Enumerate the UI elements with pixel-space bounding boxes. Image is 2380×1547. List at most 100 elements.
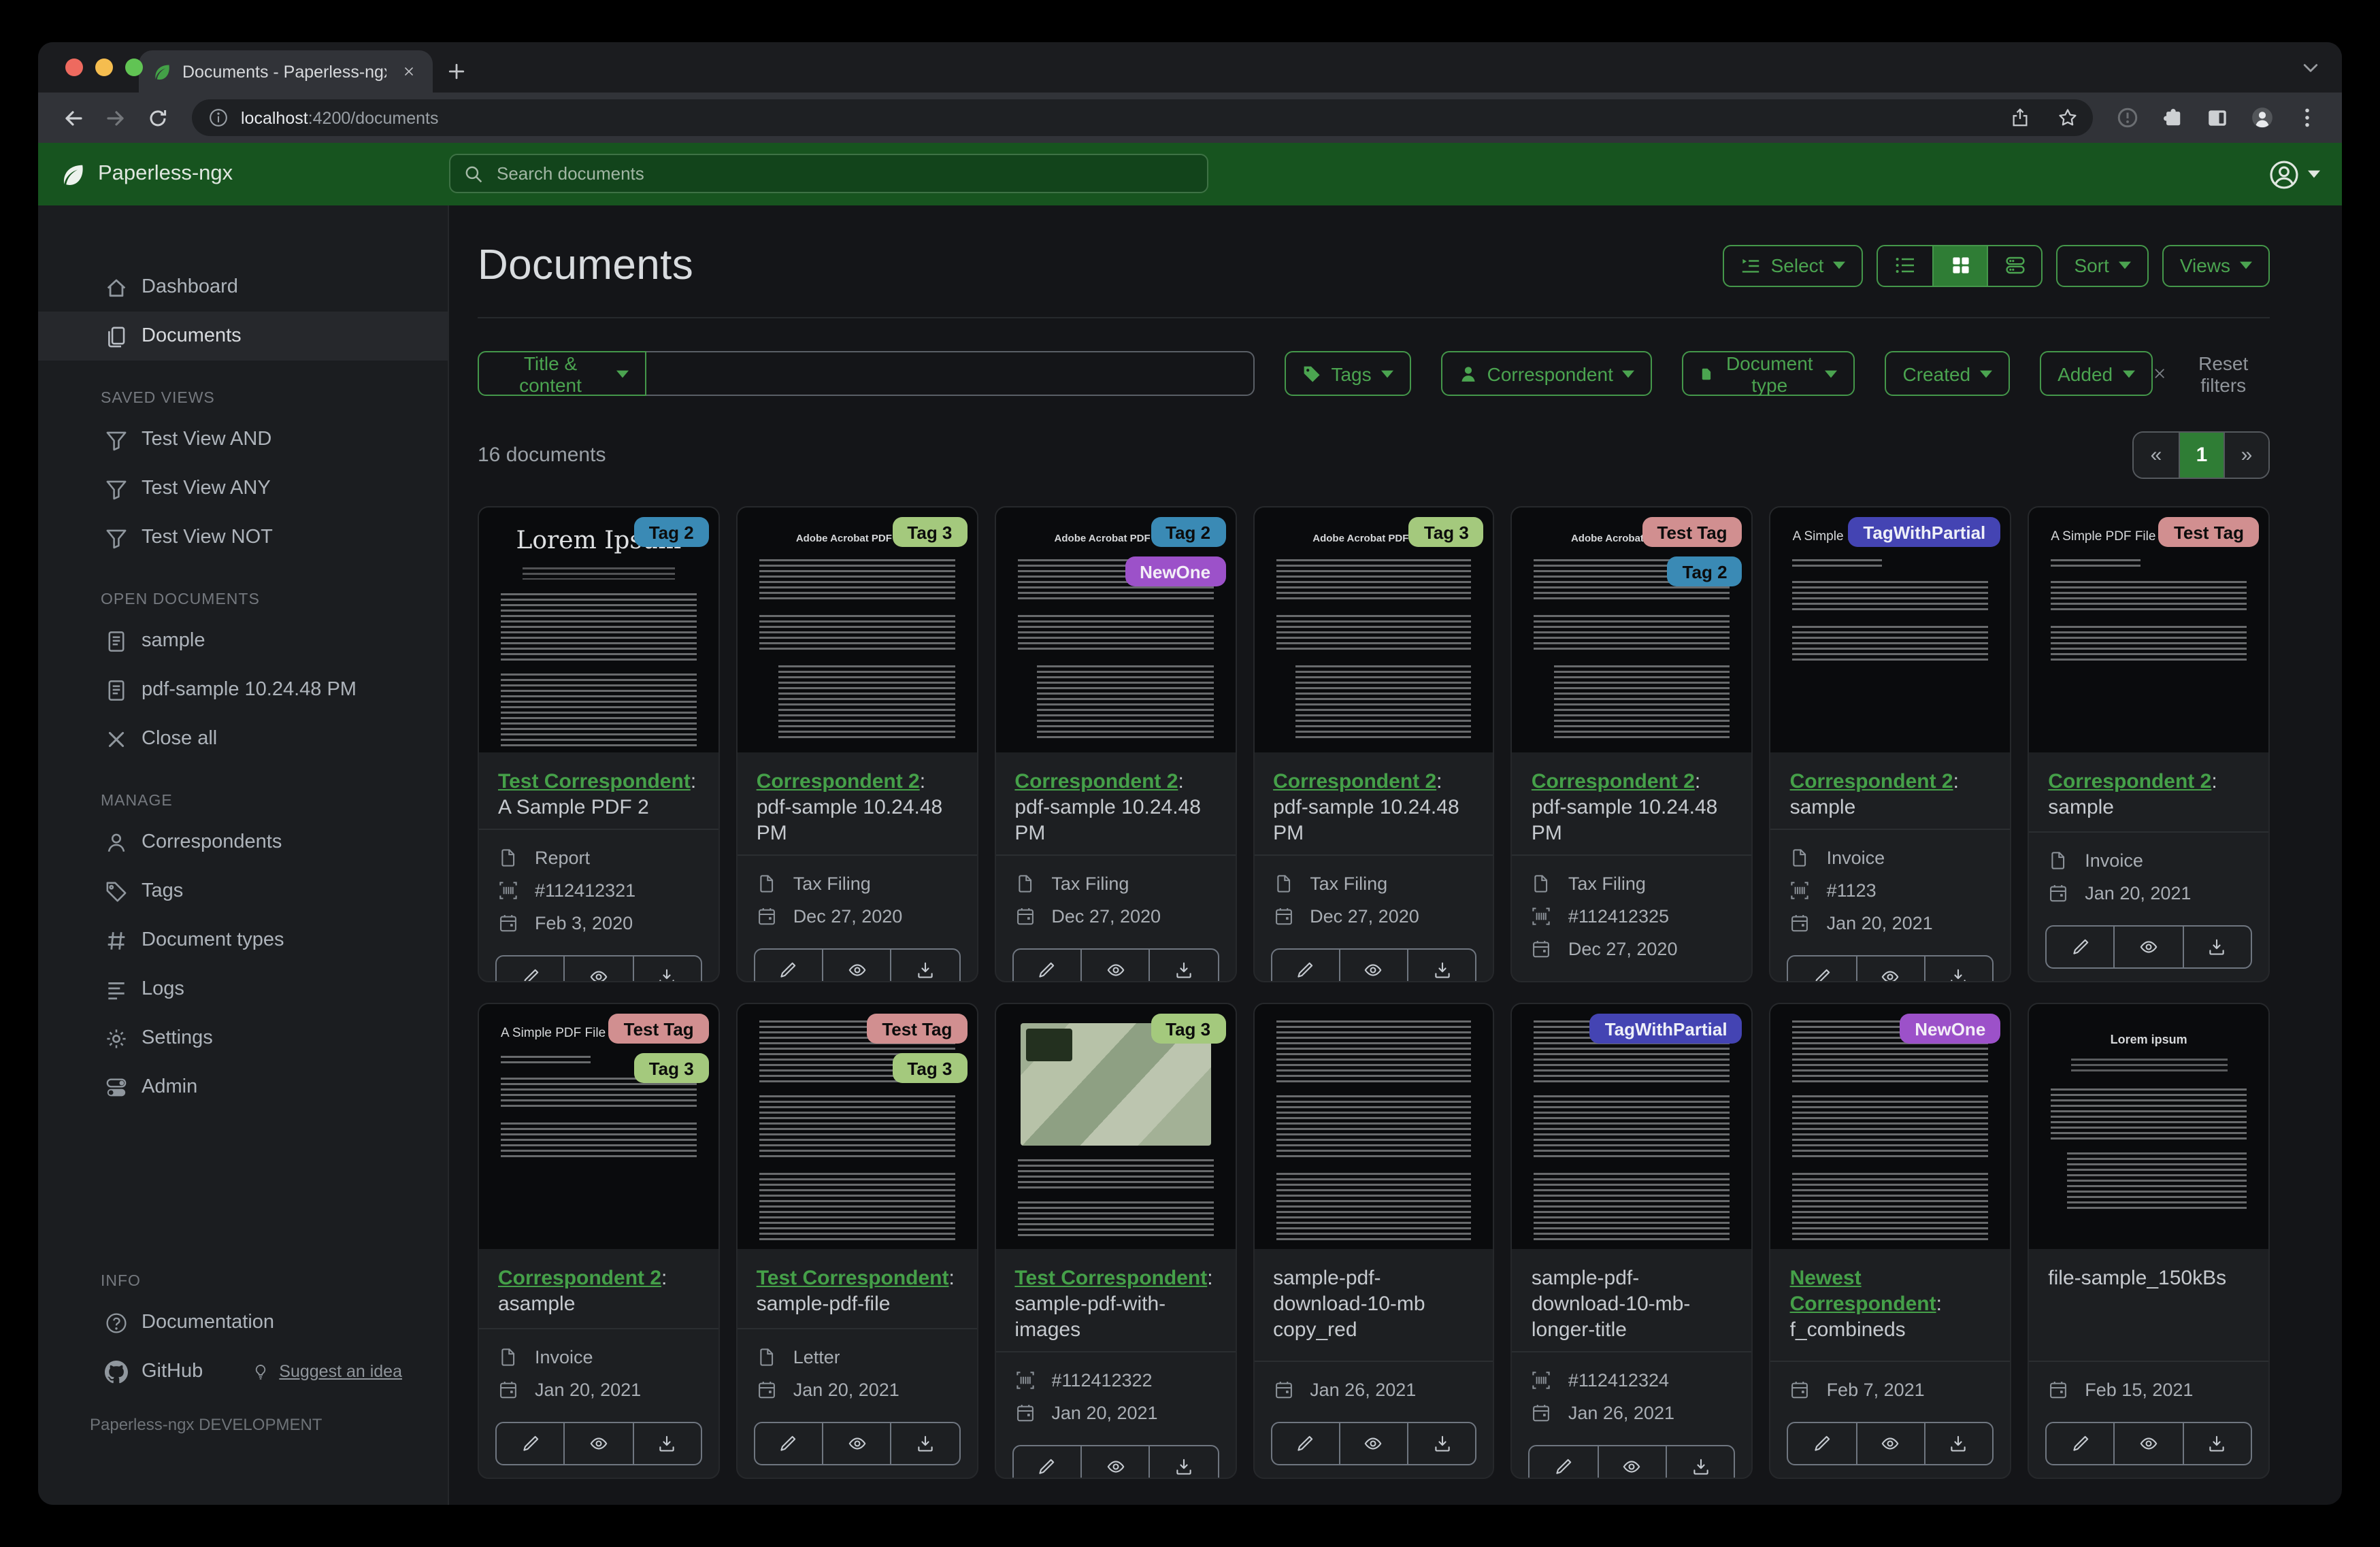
- tag-badge-tag-2[interactable]: Tag 2: [633, 517, 709, 547]
- filter-correspondent-button[interactable]: Correspondent: [1440, 351, 1653, 396]
- download-button[interactable]: [1148, 950, 1218, 981]
- document-thumbnail[interactable]: Adobe Acrobat PDF Files Test Tag Tag 2: [1512, 508, 1752, 752]
- tag-badge-tag-3[interactable]: Tag 3: [633, 1053, 709, 1083]
- side-panel-button[interactable]: [2199, 99, 2236, 136]
- view-button[interactable]: [1597, 1446, 1666, 1478]
- download-button[interactable]: [1923, 957, 1993, 981]
- views-button[interactable]: Views: [2162, 244, 2270, 286]
- view-button[interactable]: [563, 957, 633, 981]
- view-button[interactable]: [1338, 950, 1408, 981]
- view-button[interactable]: [822, 1423, 891, 1464]
- correspondent-link[interactable]: Correspondent 2: [498, 1267, 661, 1290]
- edit-button[interactable]: [755, 1423, 823, 1464]
- download-button[interactable]: [1665, 1446, 1734, 1478]
- edit-button[interactable]: [1013, 1446, 1080, 1479]
- sidebar-item-close-all[interactable]: Close all: [38, 714, 448, 763]
- document-thumbnail[interactable]: Tag 3: [995, 1004, 1236, 1249]
- edit-button[interactable]: [1530, 1446, 1598, 1479]
- correspondent-link[interactable]: Correspondent 2: [757, 770, 920, 793]
- download-button[interactable]: [1407, 950, 1476, 981]
- site-info-icon[interactable]: [208, 107, 229, 128]
- sidebar-item-document-types[interactable]: Document types: [38, 916, 448, 965]
- grid-view-button[interactable]: [1932, 246, 1987, 285]
- profile-button[interactable]: [2244, 99, 2281, 136]
- tag-badge-tagwithpartial[interactable]: TagWithPartial: [1589, 1014, 1742, 1044]
- prev-page-button[interactable]: «: [2134, 433, 2179, 478]
- document-thumbnail[interactable]: Lorem ipsum: [2029, 1004, 2268, 1249]
- edit-button[interactable]: [1013, 950, 1080, 982]
- document-thumbnail[interactable]: Test Tag Tag 3: [737, 1004, 977, 1249]
- sidebar-item-documents[interactable]: Documents: [38, 312, 448, 361]
- view-button[interactable]: [1080, 1446, 1149, 1478]
- correspondent-link[interactable]: Test Correspondent: [757, 1267, 949, 1290]
- document-thumbnail[interactable]: A Simple PDF File Test Tag: [2029, 508, 2268, 752]
- filter-tags-button[interactable]: Tags: [1285, 351, 1411, 396]
- tag-badge-tag-3[interactable]: Tag 3: [892, 1053, 968, 1083]
- sidebar-item-tags[interactable]: Tags: [38, 867, 448, 916]
- forward-button[interactable]: [97, 99, 133, 136]
- tag-badge-tag-3[interactable]: Tag 3: [892, 517, 968, 547]
- download-button[interactable]: [1923, 1423, 1993, 1464]
- view-button[interactable]: [2113, 927, 2183, 967]
- filter-added-button[interactable]: Added: [2040, 351, 2153, 396]
- minimize-window-button[interactable]: [95, 59, 113, 76]
- zoom-window-button[interactable]: [125, 59, 143, 76]
- edit-button[interactable]: [497, 1423, 564, 1464]
- document-thumbnail[interactable]: Adobe Acrobat PDF Files Tag 3: [737, 508, 977, 752]
- sidebar-item-documentation[interactable]: Documentation: [38, 1298, 448, 1347]
- tag-badge-test-tag[interactable]: Test Tag: [608, 1014, 709, 1044]
- current-page-button[interactable]: 1: [2179, 433, 2224, 478]
- select-button[interactable]: Select: [1723, 244, 1864, 286]
- view-button[interactable]: [1080, 950, 1149, 981]
- view-button[interactable]: [563, 1423, 633, 1464]
- view-button[interactable]: [2113, 1423, 2183, 1464]
- sidebar-item-test-view-not[interactable]: Test View NOT: [38, 513, 448, 562]
- sidebar-item-pdf-sample-10-24-48-pm[interactable]: pdf-sample 10.24.48 PM: [38, 665, 448, 714]
- next-page-button[interactable]: »: [2224, 433, 2268, 478]
- suggest-idea-link[interactable]: Suggest an idea: [252, 1362, 402, 1381]
- tag-badge-tag-3[interactable]: Tag 3: [1151, 1014, 1226, 1044]
- correspondent-link[interactable]: Correspondent 2: [1014, 770, 1178, 793]
- document-thumbnail[interactable]: NewOne: [1770, 1004, 2011, 1249]
- download-button[interactable]: [1148, 1446, 1218, 1478]
- edit-button[interactable]: [1789, 957, 1856, 982]
- tag-badge-tag-3[interactable]: Tag 3: [1408, 517, 1484, 547]
- list-view-button[interactable]: [1878, 246, 1932, 285]
- sidebar-item-test-view-any[interactable]: Test View ANY: [38, 464, 448, 513]
- correspondent-link[interactable]: Test Correspondent: [1014, 1267, 1207, 1290]
- sidebar-item-test-view-and[interactable]: Test View AND: [38, 415, 448, 464]
- edit-button[interactable]: [2047, 1423, 2114, 1464]
- correspondent-link[interactable]: Correspondent 2: [2048, 770, 2211, 793]
- sidebar-item-settings[interactable]: Settings: [38, 1014, 448, 1063]
- reload-button[interactable]: [139, 99, 176, 136]
- address-bar[interactable]: localhost:4200/documents: [192, 99, 2093, 136]
- download-button[interactable]: [632, 1423, 701, 1464]
- title-content-query-input[interactable]: [646, 351, 1255, 396]
- browser-tab[interactable]: Documents - Paperless-ngx: [139, 50, 433, 93]
- view-button[interactable]: [822, 950, 891, 981]
- correspondent-link[interactable]: Correspondent 2: [1790, 770, 1953, 793]
- sidebar-item-logs[interactable]: Logs: [38, 965, 448, 1014]
- browser-menu-button[interactable]: [2289, 99, 2326, 136]
- correspondent-link[interactable]: Correspondent 2: [1532, 770, 1695, 793]
- edit-button[interactable]: [1272, 1423, 1339, 1464]
- tag-badge-newone[interactable]: NewOne: [1125, 556, 1226, 586]
- view-button[interactable]: [1338, 1423, 1408, 1464]
- tag-badge-tag-2[interactable]: Tag 2: [1667, 556, 1742, 586]
- back-button[interactable]: [54, 99, 91, 136]
- document-thumbnail[interactable]: A Simple PDF File TagWithPartial: [1770, 508, 2011, 752]
- download-button[interactable]: [2182, 927, 2251, 967]
- reset-filters-button[interactable]: Reset filters: [2152, 352, 2270, 395]
- correspondent-link[interactable]: Test Correspondent: [498, 770, 691, 793]
- filter-field-button[interactable]: Title & content: [478, 351, 646, 396]
- bookmark-button[interactable]: [2049, 100, 2085, 135]
- new-tab-button[interactable]: [446, 60, 468, 82]
- tab-close-icon[interactable]: [397, 61, 419, 82]
- tag-badge-tag-2[interactable]: Tag 2: [1151, 517, 1226, 547]
- sidebar-item-github[interactable]: GitHub Suggest an idea: [38, 1347, 448, 1396]
- view-button[interactable]: [1855, 957, 1924, 981]
- brand[interactable]: Paperless-ngx: [60, 161, 233, 187]
- tag-badge-newone[interactable]: NewOne: [1900, 1014, 2001, 1044]
- share-button[interactable]: [2002, 100, 2037, 135]
- user-menu[interactable]: [2268, 159, 2320, 190]
